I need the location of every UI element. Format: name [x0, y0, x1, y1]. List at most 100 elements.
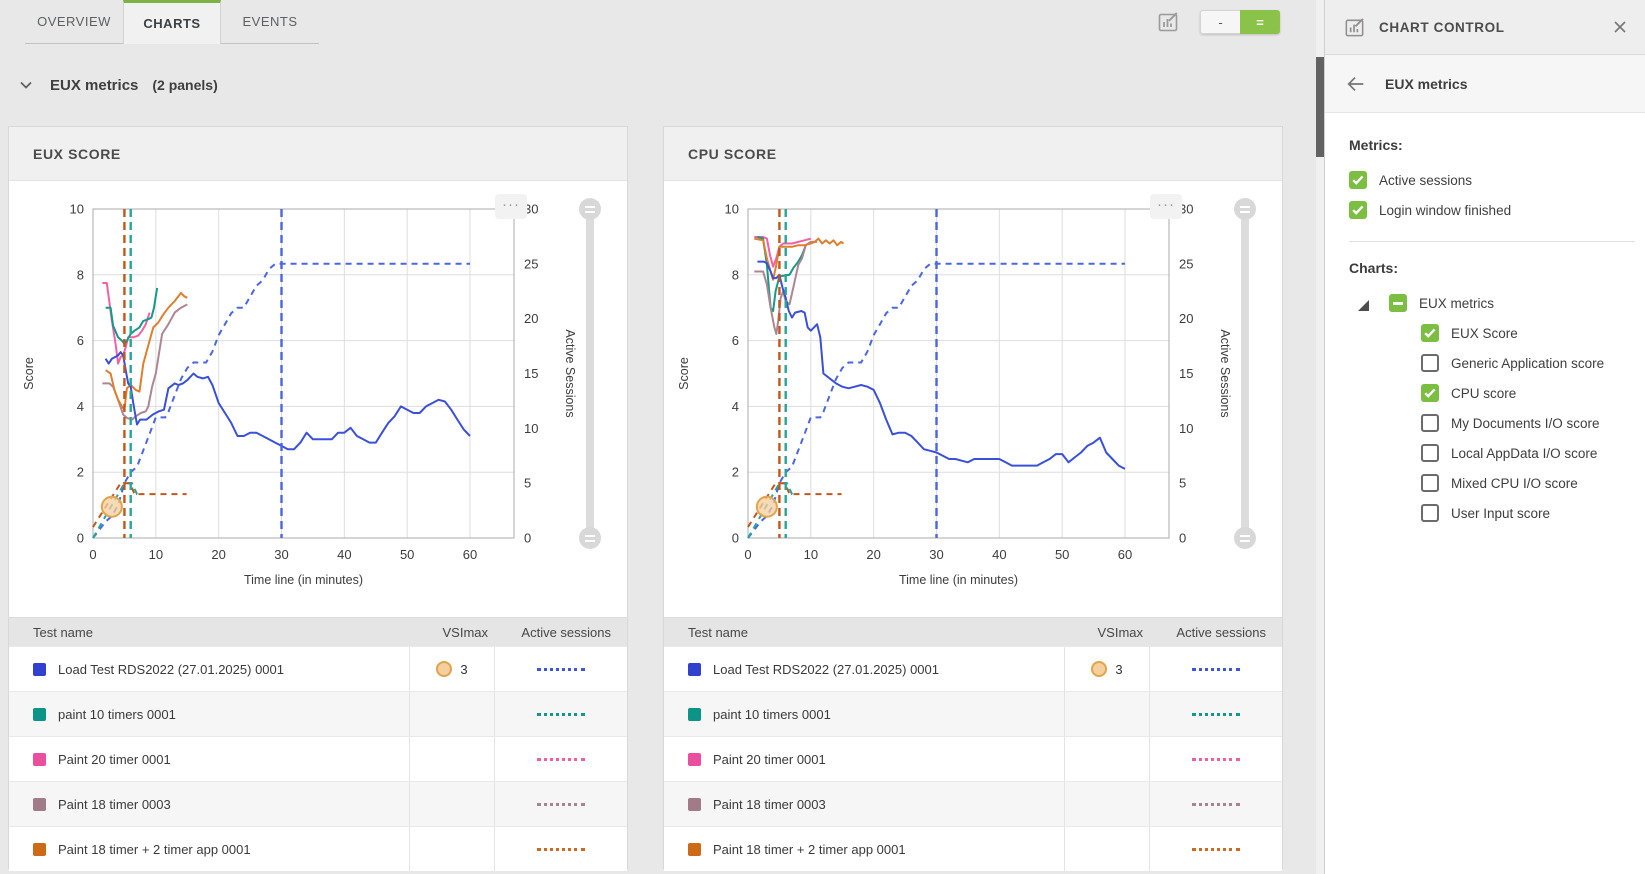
tree-child-checkbox[interactable] — [1421, 354, 1439, 372]
tab-events[interactable]: EVENTS — [221, 0, 319, 44]
chart-menu-button[interactable]: ··· — [495, 194, 527, 219]
session-line-sample — [1192, 758, 1240, 761]
test-name-cell: Paint 20 timer 0001 — [9, 737, 409, 781]
back-arrow-icon[interactable] — [1345, 73, 1367, 95]
tree-child-row[interactable]: My Documents I/O score — [1349, 408, 1645, 438]
tab-charts[interactable]: CHARTS — [123, 0, 221, 44]
test-name-cell: paint 10 timers 0001 — [9, 692, 409, 736]
tab-overview[interactable]: OVERVIEW — [25, 0, 123, 44]
axis-text: 10 — [524, 421, 538, 436]
layout-compact-button[interactable]: - — [1200, 10, 1240, 34]
axis-text: 2 — [732, 465, 739, 480]
table-row[interactable]: Paint 18 timer + 2 timer app 0001 — [664, 826, 1282, 871]
table-row[interactable]: paint 10 timers 0001 — [9, 691, 627, 736]
tree-child-checkbox[interactable] — [1421, 324, 1439, 342]
tree-child-label: Generic Application score — [1451, 356, 1604, 371]
scrollbar-thumb[interactable] — [1316, 57, 1324, 157]
panels-row: EUX SCORE0246810051015202530010203040506… — [0, 126, 1316, 869]
vsimax-cell — [409, 782, 494, 826]
tree-expander-icon[interactable] — [1358, 298, 1369, 309]
session-line-sample — [1192, 803, 1240, 806]
zoom-slider-handle-bottom[interactable] — [1234, 527, 1256, 549]
tree-child-label: EUX Score — [1451, 326, 1518, 341]
vsimax-badge-icon — [1091, 661, 1107, 677]
layout-expanded-button[interactable]: = — [1240, 10, 1280, 34]
axis-text: 4 — [732, 399, 739, 414]
zoom-slider-track[interactable] — [1241, 209, 1249, 538]
vsimax-cell: 3 — [1064, 647, 1149, 691]
vsimax-cell — [409, 737, 494, 781]
score-line-4 — [757, 262, 1125, 469]
vsimax-cell — [1064, 737, 1149, 781]
tree-node-eux-metrics[interactable]: EUX metrics — [1349, 288, 1645, 318]
sidebar-body: Metrics: Active sessionsLogin window fin… — [1325, 113, 1645, 874]
table-row[interactable]: Paint 18 timer 0003 — [664, 781, 1282, 826]
zoom-slider-handle-bottom[interactable] — [579, 527, 601, 549]
table-row[interactable]: Load Test RDS2022 (27.01.2025) 00013 — [664, 646, 1282, 691]
tree-child-row[interactable]: Generic Application score — [1349, 348, 1645, 378]
metric-row[interactable]: Login window finished — [1349, 195, 1645, 225]
test-name: Paint 18 timer + 2 timer app 0001 — [58, 842, 251, 857]
panel-title: EUX SCORE — [9, 127, 627, 181]
series-color-swatch — [33, 663, 46, 676]
table-row[interactable]: Paint 18 timer 0003 — [9, 781, 627, 826]
chart-control-icon — [1343, 16, 1366, 39]
test-name-cell: Paint 18 timer + 2 timer app 0001 — [664, 827, 1064, 871]
test-name: Load Test RDS2022 (27.01.2025) 0001 — [58, 662, 284, 677]
axis-text: Time line (in minutes) — [244, 573, 363, 587]
tree-child-row[interactable]: CPU score — [1349, 378, 1645, 408]
session-line-sample — [537, 713, 585, 716]
metric-label: Login window finished — [1379, 203, 1511, 218]
table-row[interactable]: paint 10 timers 0001 — [664, 691, 1282, 736]
active-sessions-cell — [494, 647, 627, 691]
tree-child-checkbox[interactable] — [1421, 474, 1439, 492]
vsimax-cell: 3 — [409, 647, 494, 691]
tree-child-row[interactable]: Mixed CPU I/O score — [1349, 468, 1645, 498]
series-color-swatch — [688, 708, 701, 721]
zoom-slider-handle-top[interactable] — [1234, 198, 1256, 220]
metric-checkbox[interactable] — [1349, 171, 1367, 189]
active-sessions-cell — [1149, 782, 1282, 826]
axis-text: 5 — [524, 476, 531, 491]
close-icon[interactable] — [1611, 18, 1629, 36]
tree-child-row[interactable]: Local AppData I/O score — [1349, 438, 1645, 468]
tree-parent-checkbox[interactable] — [1389, 294, 1407, 312]
chevron-down-icon[interactable] — [18, 77, 34, 93]
axis-text: 4 — [77, 399, 84, 414]
main-vertical-scrollbar[interactable] — [1316, 0, 1324, 874]
tree-child-checkbox[interactable] — [1421, 384, 1439, 402]
table-row[interactable]: Load Test RDS2022 (27.01.2025) 0001 3 — [9, 646, 627, 691]
zoom-slider-track[interactable] — [586, 209, 594, 538]
axis-text: 5 — [1179, 476, 1186, 491]
table-row[interactable]: Paint 18 timer + 2 timer app 0001 — [9, 826, 627, 871]
test-name-cell: Paint 18 timer 0003 — [9, 782, 409, 826]
tree-child-checkbox[interactable] — [1421, 504, 1439, 522]
test-name: Paint 18 timer 0003 — [713, 797, 826, 812]
axis-text: 60 — [1118, 547, 1132, 562]
metric-row[interactable]: Active sessions — [1349, 165, 1645, 195]
table-row[interactable]: Paint 20 timer 0001 — [9, 736, 627, 781]
axis-text: 20 — [866, 547, 880, 562]
sidebar-subtitle: EUX metrics — [1385, 76, 1467, 92]
axis-text: 40 — [992, 547, 1006, 562]
zoom-slider-handle-top[interactable] — [579, 198, 601, 220]
table-row[interactable]: Paint 20 timer 0001 — [664, 736, 1282, 781]
metric-checkbox[interactable] — [1349, 201, 1367, 219]
axis-text: 20 — [524, 311, 538, 326]
chart-menu-button[interactable]: ··· — [1150, 194, 1182, 219]
chart-panel-cpu-score: CPU SCORE0246810051015202530010203040506… — [663, 126, 1283, 869]
tree-child-checkbox[interactable] — [1421, 414, 1439, 432]
tree-child-checkbox[interactable] — [1421, 444, 1439, 462]
axis-text: 8 — [732, 267, 739, 282]
test-name-cell: paint 10 timers 0001 — [664, 692, 1064, 736]
test-name: Paint 18 timer 0003 — [58, 797, 171, 812]
tree-child-row[interactable]: User Input score — [1349, 498, 1645, 528]
axis-text: 0 — [89, 547, 96, 562]
axis-text: 6 — [732, 333, 739, 348]
app-window: OVERVIEW CHARTS EVENTS - = — [0, 0, 1645, 874]
axis-text: 20 — [211, 547, 225, 562]
axis-text: 40 — [337, 547, 351, 562]
chart-control-toggle-icon[interactable] — [1156, 10, 1180, 34]
tree-child-row[interactable]: EUX Score — [1349, 318, 1645, 348]
chart-area: 02468100510152025300102030405060Time lin… — [9, 181, 627, 617]
